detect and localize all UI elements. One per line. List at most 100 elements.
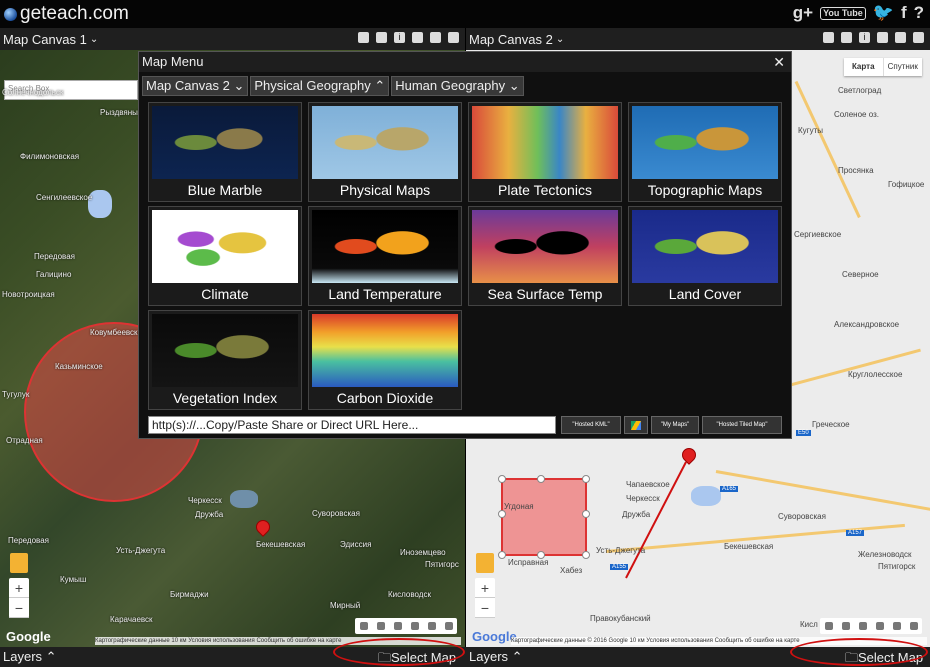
hand-icon[interactable] (359, 622, 368, 630)
zoom-in-button[interactable]: + (9, 578, 29, 598)
hosted-kml-button[interactable]: "Hosted KML" (561, 416, 621, 434)
map-pin-icon[interactable] (253, 517, 273, 537)
tile-blue-marble[interactable]: Blue Marble (148, 102, 302, 202)
map-label: Сенгилеевское (36, 193, 93, 202)
tab-human-geography[interactable]: Human Geography ⌄ (391, 76, 524, 96)
circle-tool-icon[interactable] (858, 622, 867, 630)
social-links: g+ You Tube 🐦 f ? (793, 3, 924, 23)
map-label: Просянка (838, 166, 874, 175)
resize-handle[interactable] (582, 475, 590, 483)
circle-tool-icon[interactable] (393, 622, 402, 630)
layers-icon[interactable] (412, 32, 423, 43)
tile-sea-surface-temp[interactable]: Sea Surface Temp (468, 206, 622, 306)
lake (230, 490, 258, 508)
keyboard-icon[interactable] (823, 32, 834, 43)
layers-button[interactable]: Layers ⌃ (469, 649, 523, 665)
canvas-tools: i (823, 32, 924, 43)
refresh-icon[interactable] (841, 32, 852, 43)
my-maps-button[interactable]: "My Maps" (651, 416, 699, 434)
zoom-out-button[interactable]: − (9, 598, 29, 618)
zoom-control: + − (475, 578, 495, 618)
hand-icon[interactable] (824, 622, 833, 630)
swipe-icon[interactable] (430, 32, 441, 43)
map-label: Кумыш (60, 575, 87, 584)
layers-button[interactable]: Layers ⌃ (3, 649, 57, 665)
map-label: Усть-Джегута (116, 546, 166, 555)
map-label: Отрадная (6, 436, 43, 445)
land-temperature-thumbnail (312, 210, 458, 283)
tile-topographic-maps[interactable]: Topographic Maps (628, 102, 782, 202)
hosted-tiled-map-button[interactable]: "Hosted Tiled Map" (702, 416, 782, 434)
globe-icon (4, 7, 17, 21)
line-tool-icon[interactable] (427, 622, 436, 630)
tile-land-cover[interactable]: Land Cover (628, 206, 782, 306)
street-view-pegman-icon[interactable] (476, 553, 494, 573)
info-icon[interactable]: i (859, 32, 870, 43)
marker-icon[interactable] (841, 622, 850, 630)
map-label: Греческое (812, 420, 850, 429)
youtube-icon[interactable]: You Tube (820, 6, 866, 20)
blue-marble-thumbnail (152, 106, 298, 179)
tile-carbon-dioxide[interactable]: Carbon Dioxide (308, 310, 462, 410)
fullscreen-icon[interactable] (448, 32, 459, 43)
polygon-tool-icon[interactable] (410, 622, 419, 630)
info-icon[interactable]: i (394, 32, 405, 43)
map-label: Хабез (560, 566, 583, 575)
map-label: Передовая (8, 536, 49, 545)
rectangle-tool-icon[interactable] (444, 622, 453, 630)
map-label: Александровское (834, 320, 900, 329)
tile-physical-maps[interactable]: Physical Maps (308, 102, 462, 202)
rectangle-tool-icon[interactable] (909, 622, 918, 630)
marker-icon[interactable] (376, 622, 385, 630)
logo[interactable]: geteach.com (4, 3, 129, 25)
chevron-down-icon: ⌄ (508, 78, 520, 93)
resize-handle[interactable] (498, 551, 506, 559)
polygon-tool-icon[interactable] (875, 622, 884, 630)
facebook-icon[interactable]: f (901, 3, 907, 23)
map-label: Карачаевск (110, 615, 153, 624)
rectangle-shape[interactable] (498, 475, 590, 559)
fullscreen-icon[interactable] (913, 32, 924, 43)
help-icon[interactable]: ? (914, 3, 924, 23)
resize-handle[interactable] (582, 551, 590, 559)
map-tile-grid: Blue Marble Physical Maps Plate Tectonic… (148, 102, 784, 410)
chevron-down-icon: ⌄ (555, 33, 565, 45)
map-menu-dialog: Map Menu ✕ Map Canvas 2 ⌄ Physical Geogr… (138, 51, 792, 439)
google-plus-icon[interactable]: g+ (793, 3, 813, 23)
annotation-circle (790, 638, 928, 666)
map-label: Исправная (508, 558, 549, 567)
resize-handle[interactable] (537, 475, 545, 483)
url-input[interactable]: http(s)://...Copy/Paste Share or Direct … (148, 416, 556, 434)
swipe-icon[interactable] (895, 32, 906, 43)
physical-maps-thumbnail (312, 106, 458, 179)
tab-map-canvas-2[interactable]: Map Canvas 2 ⌄ (142, 76, 249, 96)
tile-climate[interactable]: Climate (148, 206, 302, 306)
refresh-icon[interactable] (376, 32, 387, 43)
layers-icon[interactable] (877, 32, 888, 43)
keyboard-icon[interactable] (358, 32, 369, 43)
tile-land-temperature[interactable]: Land Temperature (308, 206, 462, 306)
tab-label: Map Canvas 2 (146, 78, 230, 93)
resize-handle[interactable] (582, 510, 590, 518)
tile-plate-tectonics[interactable]: Plate Tectonics (468, 102, 622, 202)
zoom-control: + − (9, 578, 29, 618)
zoom-in-button[interactable]: + (475, 578, 495, 598)
close-icon[interactable]: ✕ (773, 52, 785, 72)
chevron-down-icon: ⌄ (233, 78, 245, 93)
resize-handle[interactable] (498, 510, 506, 518)
map-label: Передовая (34, 252, 75, 261)
zoom-out-button[interactable]: − (475, 598, 495, 618)
twitter-icon[interactable]: 🐦 (873, 3, 894, 23)
tab-physical-geography[interactable]: Physical Geography ⌃ (250, 76, 390, 96)
canvas-title: Map Canvas 2 (469, 31, 553, 47)
canvas-header[interactable]: Map Canvas 2 ⌄ i (466, 28, 930, 50)
resize-handle[interactable] (498, 475, 506, 483)
street-view-pegman-icon[interactable] (10, 553, 28, 573)
line-tool-icon[interactable] (892, 622, 901, 630)
menu-tabs: Map Canvas 2 ⌄ Physical Geography ⌃ Huma… (139, 72, 791, 98)
tile-vegetation-index[interactable]: Vegetation Index (148, 310, 302, 410)
map-label: Черкесск (188, 496, 222, 505)
map-label: Усть-Джегута (596, 546, 646, 555)
canvas-header[interactable]: Map Canvas 1 ⌄ i (0, 28, 465, 50)
google-drive-button[interactable] (624, 416, 648, 434)
